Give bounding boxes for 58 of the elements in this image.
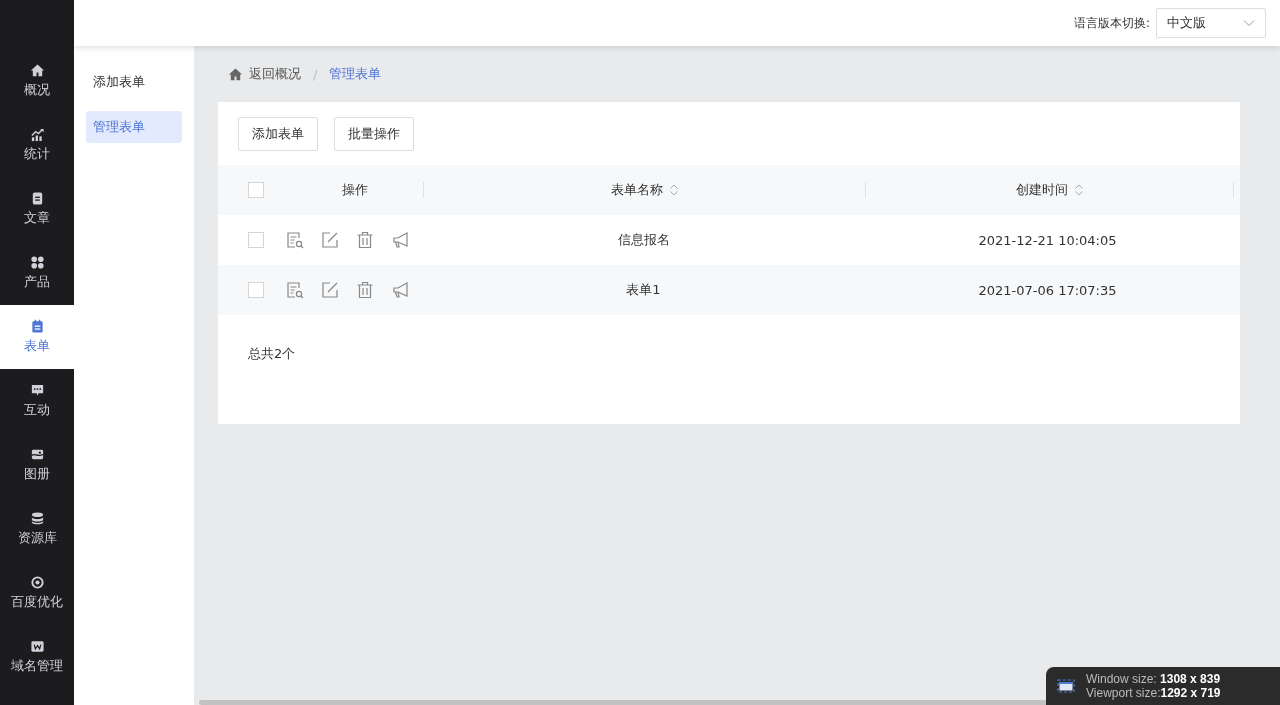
sidebar-item[interactable]: 表单 bbox=[0, 305, 74, 369]
overlay-value: 1292 x 719 bbox=[1160, 686, 1221, 700]
overlay-label: Viewport size: bbox=[1086, 686, 1161, 700]
breadcrumb-current: 管理表单 bbox=[329, 65, 382, 83]
language-label: 语言版本切换: bbox=[1073, 14, 1150, 32]
chart-icon bbox=[29, 127, 45, 142]
sidebar-item[interactable]: 百度优化 bbox=[0, 561, 74, 625]
sidebar-item[interactable]: 文章 bbox=[0, 177, 74, 241]
trash-icon[interactable] bbox=[356, 231, 374, 249]
table-cell: 2021-07-06 17:07:35 bbox=[978, 282, 1117, 298]
language-select[interactable]: 中文版 bbox=[1156, 8, 1266, 38]
breadcrumb-link[interactable]: 返回概况 bbox=[249, 65, 301, 83]
row-checkbox[interactable] bbox=[248, 282, 264, 298]
overlay-value: 1308 x 839 bbox=[1160, 672, 1221, 686]
preview-icon[interactable] bbox=[286, 281, 304, 299]
column-header: 操作 bbox=[341, 181, 368, 199]
column-header-cell[interactable]: 表单名称 bbox=[424, 182, 866, 198]
megaphone-icon[interactable] bbox=[391, 231, 409, 249]
column-header: 创建时间 bbox=[1015, 181, 1068, 199]
home-icon bbox=[228, 66, 243, 82]
row-checkbox[interactable] bbox=[248, 232, 264, 248]
w-icon bbox=[29, 639, 45, 654]
caret-icon bbox=[1243, 19, 1255, 27]
sidebar-item[interactable]: 资源库 bbox=[0, 497, 74, 561]
submenu-item[interactable]: 管理表单 bbox=[86, 111, 182, 143]
sort-icon[interactable] bbox=[668, 183, 679, 197]
select-all-checkbox[interactable] bbox=[248, 182, 264, 198]
toolbar-button[interactable]: 批量操作 bbox=[334, 117, 414, 151]
sidebar-item[interactable]: 统计 bbox=[0, 113, 74, 177]
breadcrumb-separator: / bbox=[313, 66, 318, 82]
toolbar-button[interactable]: 添加表单 bbox=[238, 117, 318, 151]
megaphone-icon[interactable] bbox=[391, 281, 409, 299]
clipboard-icon bbox=[29, 319, 45, 334]
sidebar-item[interactable]: 产品 bbox=[0, 241, 74, 305]
window-icon bbox=[1056, 678, 1076, 694]
preview-icon[interactable] bbox=[286, 231, 304, 249]
table-cell: 信息报名 bbox=[617, 231, 670, 249]
sidebar-item[interactable]: 图册 bbox=[0, 433, 74, 497]
database-icon bbox=[29, 511, 45, 526]
sidebar-item[interactable]: 域名管理 bbox=[0, 625, 74, 689]
column-header-cell[interactable]: 创建时间 bbox=[866, 182, 1234, 198]
chat-icon bbox=[29, 383, 45, 398]
image-icon bbox=[29, 447, 45, 462]
trash-icon[interactable] bbox=[356, 281, 374, 299]
grid-icon bbox=[29, 255, 45, 270]
total-count: 总共2个 bbox=[247, 345, 297, 363]
sort-icon[interactable] bbox=[1073, 183, 1084, 197]
edit-icon[interactable] bbox=[321, 231, 339, 249]
home-icon bbox=[29, 63, 45, 78]
submenu-item[interactable]: 添加表单 bbox=[86, 66, 182, 98]
overlay-label: Window size: bbox=[1086, 672, 1157, 686]
table-cell: 表单1 bbox=[626, 281, 661, 299]
table-cell: 2021-12-21 10:04:05 bbox=[978, 232, 1117, 248]
column-header: 表单名称 bbox=[610, 181, 663, 199]
sidebar-item[interactable]: 互动 bbox=[0, 369, 74, 433]
edit-icon[interactable] bbox=[321, 281, 339, 299]
ring-icon bbox=[29, 575, 45, 590]
sidebar-item[interactable]: 概况 bbox=[0, 49, 74, 113]
